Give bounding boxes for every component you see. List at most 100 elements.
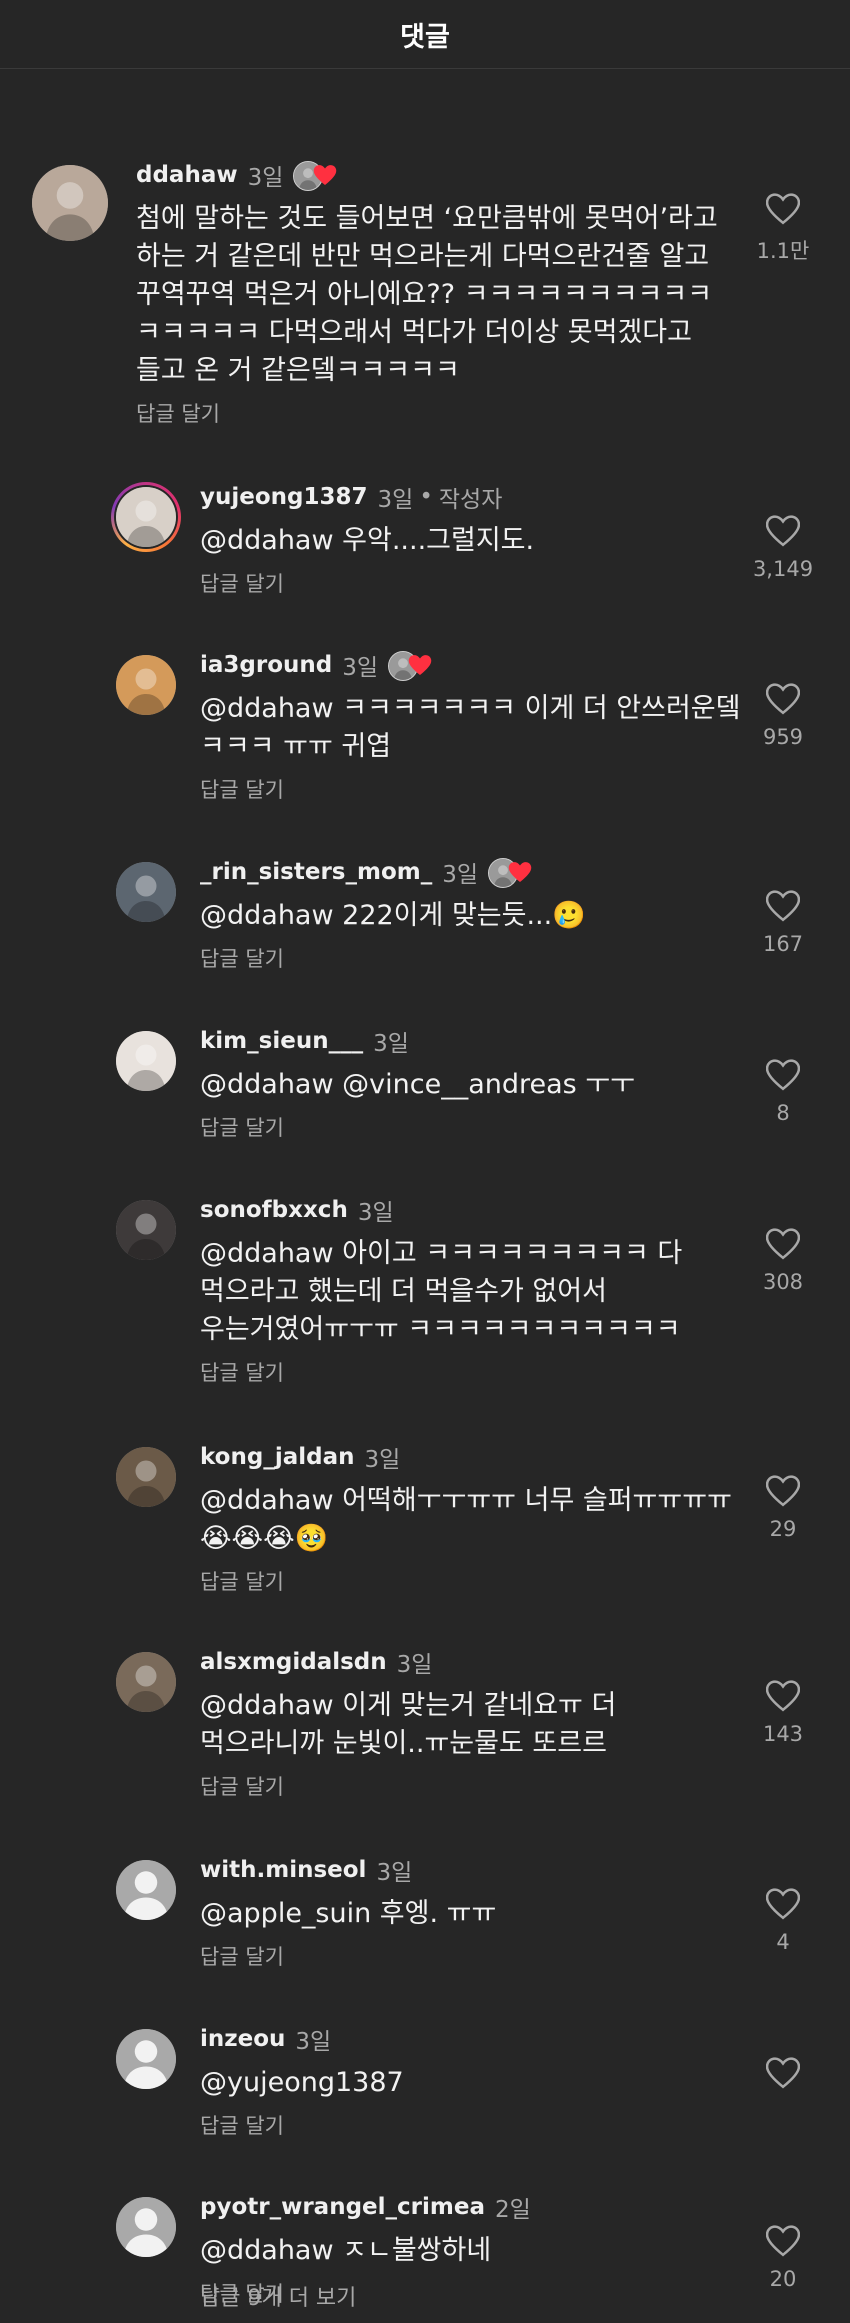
heart-outline-icon[interactable] (738, 193, 828, 225)
username[interactable]: ia3ground (200, 652, 332, 678)
heart-outline-icon[interactable] (738, 515, 828, 547)
comment-text: @ddahaw 아이고 ㅋㅋㅋㅋㅋㅋㅋㅋㅋ 다 먹으라고 했는데 더 먹을수가 … (200, 1238, 683, 1345)
author-label: 작성자 (438, 487, 503, 513)
like-column: 20 (738, 2225, 828, 2291)
heart-filled-icon (508, 861, 532, 883)
timestamp: 3일 (342, 655, 379, 681)
timestamp: 3일 (376, 1860, 413, 1886)
heart-outline-icon[interactable] (738, 1475, 828, 1507)
timestamp: 3일 (364, 1447, 401, 1473)
reply-button[interactable]: 답글 달기 (200, 1771, 284, 1801)
comment-meta: pyotr_wrangel_crimea 2일 (200, 2191, 531, 2223)
avatar[interactable] (116, 1652, 176, 1712)
heart-outline-icon[interactable] (738, 890, 828, 922)
reply-button[interactable]: 답글 달기 (200, 1566, 284, 1596)
like-column: 959 (738, 683, 828, 749)
like-column: 167 (738, 890, 828, 956)
heart-outline-icon[interactable] (738, 683, 828, 715)
heart-filled-icon (313, 164, 337, 186)
timestamp: 3일 (396, 1652, 433, 1678)
comment-meta: _rin_sisters_mom_ 3일 (200, 856, 534, 888)
timestamp: 3일 (442, 862, 479, 888)
comment-text: @ddahaw 이게 맞는거 같네요ㅠ 더 먹으라니까 눈빛이..ㅠ눈물도 또르… (200, 1690, 617, 1759)
username[interactable]: inzeou (200, 2026, 285, 2052)
username[interactable]: ddahaw (136, 162, 238, 188)
reply-button[interactable]: 답글 달기 (200, 2110, 284, 2140)
comment-meta: kim_sieun___ 3일 (200, 1025, 409, 1057)
heart-outline-icon[interactable] (738, 1888, 828, 1920)
username[interactable]: yujeong1387 (200, 484, 368, 510)
reply-button[interactable]: 답글 달기 (200, 1357, 284, 1387)
timestamp: 3일 (357, 1200, 394, 1226)
timestamp: 3일 (373, 1031, 409, 1057)
comment-text: @ddahaw 222이게 맞는듯...🥲 (200, 900, 586, 931)
username[interactable]: kong_jaldan (200, 1444, 354, 1470)
comment-meta: with.minseol 3일 (200, 1854, 412, 1886)
avatar[interactable] (116, 655, 176, 715)
timestamp: 3일 (295, 2029, 332, 2055)
username[interactable]: alsxmgidalsdn (200, 1649, 387, 1675)
avatar[interactable] (116, 1447, 176, 1507)
liked-by-author-badge (488, 857, 534, 888)
page-title: 댓글 (400, 21, 450, 53)
reply-button[interactable]: 답글 달기 (200, 943, 284, 973)
reply-button[interactable]: 답글 달기 (200, 1112, 284, 1142)
username[interactable]: kim_sieun___ (200, 1028, 363, 1054)
like-column: 143 (738, 1680, 828, 1746)
username[interactable]: pyotr_wrangel_crimea (200, 2194, 485, 2220)
view-more-replies-button[interactable]: 답글 9개 더 보기 (200, 2280, 356, 2312)
comment-text: 첨에 말하는 것도 들어보면 ‘요만큼밖에 못먹어’라고 하는 거 같은데 반만… (136, 203, 718, 386)
timestamp: 2일 (494, 2197, 531, 2223)
comment-meta: sonofbxxch 3일 (200, 1194, 394, 1226)
like-count: 959 (762, 725, 804, 749)
liked-by-author-badge (388, 650, 434, 681)
comment-text: @ddahaw @vince__andreas ㅜㅜ (200, 1069, 635, 1100)
comment-text: @ddahaw 우악....그럴지도. (200, 525, 535, 556)
reply-button[interactable]: 답글 달기 (200, 774, 284, 804)
comment-text: @ddahaw ㅈㄴ불쌍하네 (200, 2235, 492, 2266)
avatar[interactable] (32, 165, 108, 241)
comment-meta: yujeong1387 3일 • 작성자 (200, 481, 502, 513)
avatar[interactable] (116, 2197, 176, 2257)
like-column: 1.1만 (738, 193, 828, 265)
avatar[interactable] (116, 1860, 176, 1920)
comment-text: @ddahaw ㅋㅋㅋㅋㅋㅋㅋ 이게 더 안쓰러운뎈 ㅋㅋㅋ ㅠㅠ 귀엽 (200, 693, 741, 762)
heart-outline-icon[interactable] (738, 1059, 828, 1091)
avatar[interactable] (116, 2029, 176, 2089)
like-count: 4 (776, 1930, 790, 1954)
like-count: 8 (776, 1101, 790, 1125)
heart-outline-icon[interactable] (738, 2225, 828, 2257)
like-column: 3,149 (738, 515, 828, 581)
heart-outline-icon[interactable] (738, 1680, 828, 1712)
author-separator: • (419, 484, 433, 510)
like-count: 308 (762, 1270, 804, 1294)
heart-outline-icon[interactable] (738, 1228, 828, 1260)
liked-by-author-badge (293, 160, 339, 191)
like-column: 29 (738, 1475, 828, 1541)
like-column: 308 (738, 1228, 828, 1294)
comment-meta: inzeou 3일 (200, 2023, 331, 2055)
username[interactable]: sonofbxxch (200, 1197, 348, 1223)
timestamp: 3일 (377, 487, 414, 513)
comments-header: 댓글 (0, 0, 850, 69)
username[interactable]: _rin_sisters_mom_ (200, 859, 432, 885)
reply-button[interactable]: 답글 달기 (200, 568, 284, 598)
avatar[interactable] (116, 862, 176, 922)
avatar[interactable] (116, 1031, 176, 1091)
avatar[interactable] (116, 1200, 176, 1260)
like-column: 8 (738, 1059, 828, 1125)
comment-meta: alsxmgidalsdn 3일 (200, 1646, 432, 1678)
avatar[interactable] (116, 487, 176, 547)
like-count: 29 (769, 1517, 797, 1541)
like-count: 1.1만 (756, 239, 810, 263)
timestamp: 3일 (247, 165, 284, 191)
heart-outline-icon[interactable] (738, 2057, 828, 2089)
reply-button[interactable]: 답글 달기 (200, 1941, 284, 1971)
like-column (738, 2057, 828, 2089)
like-count: 20 (769, 2267, 797, 2291)
comment-meta: ia3ground 3일 (200, 649, 434, 681)
reply-button[interactable]: 답글 달기 (136, 398, 220, 428)
like-count: 143 (762, 1722, 804, 1746)
username[interactable]: with.minseol (200, 1857, 366, 1883)
comment-text: @ddahaw 어떡해ㅜㅜㅠㅠ 너무 슬퍼ㅠㅠㅠㅠ 😭😭😭🥹 (200, 1485, 732, 1554)
